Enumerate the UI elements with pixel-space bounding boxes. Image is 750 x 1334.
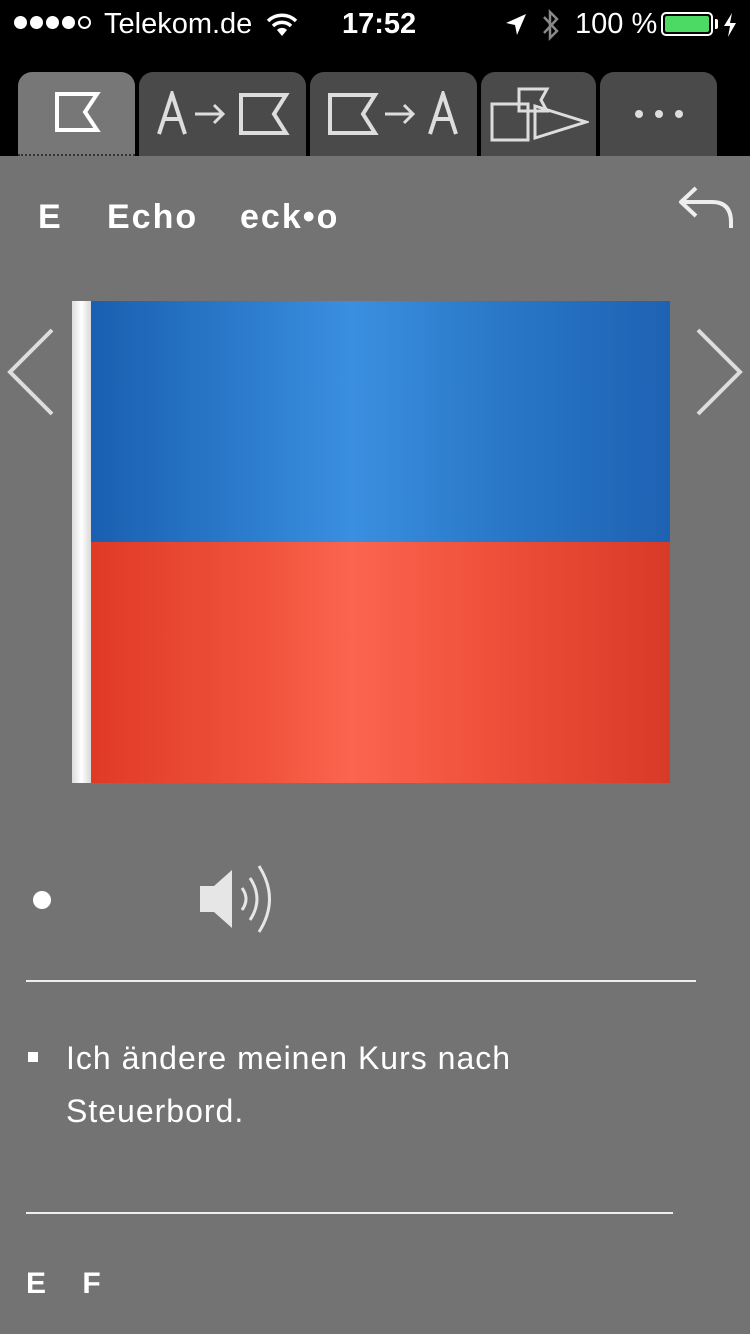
signal-flag-image — [72, 301, 670, 783]
battery-tip — [715, 19, 718, 29]
chevron-left-icon[interactable] — [4, 326, 58, 418]
signal-dot — [14, 16, 27, 29]
battery-percent: 100 % — [575, 8, 658, 40]
flag-letter: E — [38, 198, 63, 236]
more-icon — [634, 110, 683, 118]
signal-dot — [62, 16, 75, 29]
flag-word: Echo — [107, 198, 199, 236]
divider — [26, 980, 696, 982]
tab-letter-to-flag[interactable] — [139, 72, 306, 156]
wifi-icon — [266, 13, 298, 36]
flag-red-half — [91, 542, 670, 783]
tab-flag-to-letter[interactable] — [310, 72, 477, 156]
flag-detail: E Echo eck•o Ich ändere meinen Kurs nach… — [0, 156, 750, 1334]
charging-icon — [724, 13, 736, 37]
status-bar: Telekom.de 17:52 100 % — [0, 0, 750, 52]
clock: 17:52 — [342, 8, 417, 40]
divider — [26, 1212, 673, 1214]
battery-icon — [661, 12, 713, 36]
signal-strength — [14, 16, 91, 29]
screen: Telekom.de 17:52 100 % E Echo eck•o Ich … — [0, 0, 750, 1334]
flag-to-letter-icon — [327, 91, 458, 135]
speaker-icon[interactable] — [198, 862, 282, 936]
bullet-marker — [28, 1052, 38, 1062]
shapes-icon — [490, 87, 589, 142]
signal-dot — [78, 16, 91, 29]
morse-dot — [33, 891, 51, 909]
flag-pole — [72, 301, 91, 783]
tab-more[interactable] — [600, 72, 717, 156]
battery-level — [665, 16, 709, 32]
undo-icon[interactable] — [676, 182, 736, 232]
chevron-right-icon[interactable] — [692, 326, 746, 418]
signal-dot — [30, 16, 43, 29]
bluetooth-icon — [543, 8, 559, 42]
tab-flag[interactable] — [18, 72, 135, 156]
signal-dot — [46, 16, 59, 29]
location-icon — [506, 14, 526, 35]
flag-icon — [54, 92, 101, 132]
flag-pronunciation: eck•o — [240, 198, 340, 236]
tab-bar — [0, 52, 750, 156]
flag-blue-half — [91, 301, 670, 542]
flag-meaning: Ich ändere meinen Kurs nach Steuerbord. — [66, 1040, 512, 1129]
letter-to-flag-icon — [156, 91, 290, 135]
tab-shapes[interactable] — [481, 72, 596, 156]
related-letters: E F — [26, 1267, 115, 1300]
carrier-name: Telekom.de — [104, 8, 253, 40]
